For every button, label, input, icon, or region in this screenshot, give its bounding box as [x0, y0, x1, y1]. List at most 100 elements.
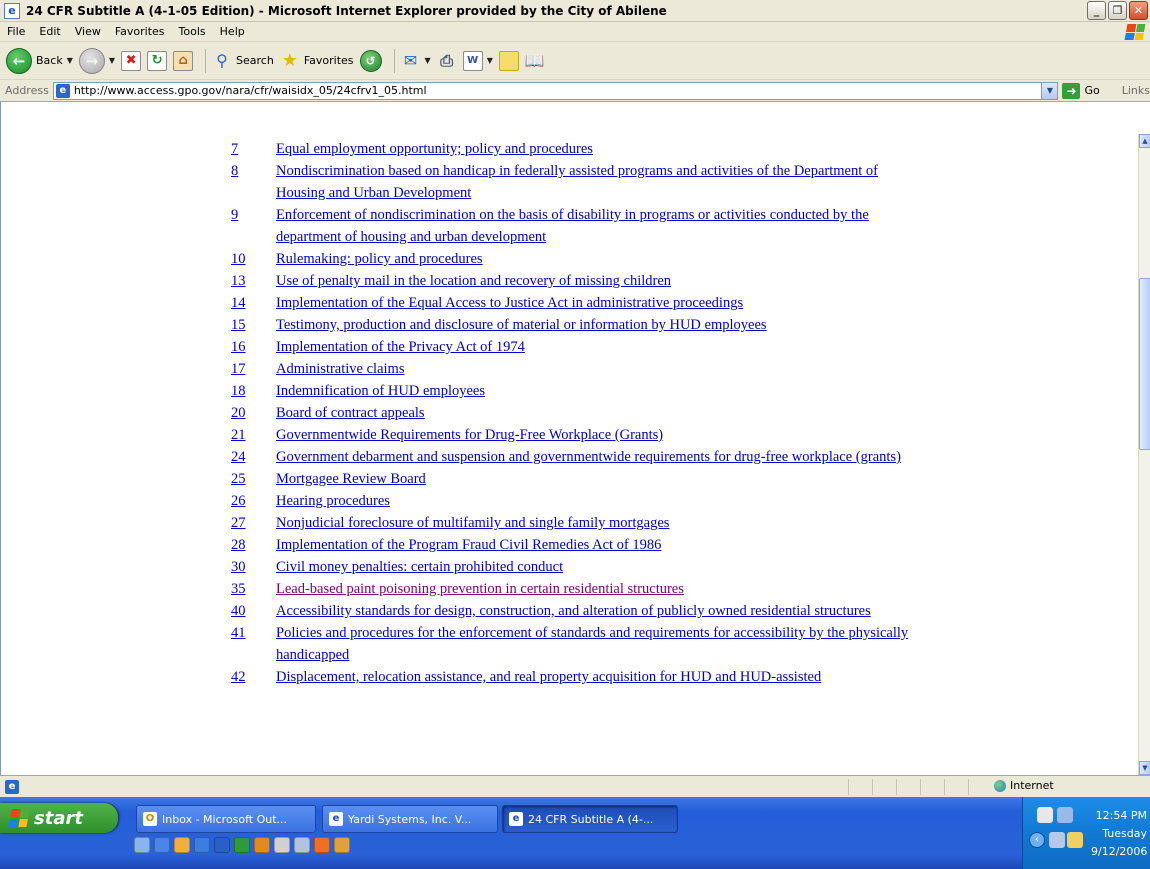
- toc-title-link[interactable]: Implementation of the Privacy Act of 197…: [276, 336, 921, 358]
- show-hidden-icons-icon[interactable]: ‹: [1029, 832, 1045, 848]
- toc-title-link[interactable]: Testimony, production and disclosure of …: [276, 314, 921, 336]
- toc-title-link[interactable]: Government debarment and suspension and …: [276, 446, 921, 468]
- back-dropdown-icon[interactable]: ▼: [67, 56, 73, 65]
- research-button[interactable]: 📖: [525, 51, 545, 71]
- history-button[interactable]: ↺: [359, 49, 382, 72]
- toc-part-link[interactable]: 28: [231, 534, 276, 556]
- links-label[interactable]: Links: [1122, 84, 1150, 97]
- clock[interactable]: 12:54 PM Tuesday 9/12/2006: [1091, 807, 1147, 861]
- toc-title-link[interactable]: Lead-based paint poisoning prevention in…: [276, 578, 921, 600]
- toc-part-link[interactable]: 25: [231, 468, 276, 490]
- settings-quicklaunch-icon[interactable]: [294, 837, 310, 853]
- toc-title-link[interactable]: Hearing procedures: [276, 490, 921, 512]
- toc-part-link[interactable]: 30: [231, 556, 276, 578]
- toc-part-link[interactable]: 17: [231, 358, 276, 380]
- task-yardi[interactable]: e Yardi Systems, Inc. V...: [322, 805, 498, 833]
- go-button[interactable]: ➜ Go: [1062, 82, 1100, 99]
- edit-dropdown-icon[interactable]: ▼: [487, 56, 493, 65]
- toc-part-link[interactable]: 24: [231, 446, 276, 468]
- toc-title-link[interactable]: Policies and procedures for the enforcem…: [276, 622, 921, 666]
- toc-title-link[interactable]: Civil money penalties: certain prohibite…: [276, 556, 921, 578]
- forward-button[interactable]: → ▼: [78, 47, 115, 74]
- toc-title-link[interactable]: Indemnification of HUD employees: [276, 380, 921, 402]
- toc-title-link[interactable]: Mortgagee Review Board: [276, 468, 921, 490]
- outlook-quicklaunch-icon[interactable]: [174, 837, 190, 853]
- toc-title-link[interactable]: Enforcement of nondiscrimination on the …: [276, 204, 921, 248]
- toc-part-link[interactable]: 41: [231, 622, 276, 666]
- toc-title-link[interactable]: Nonjudicial foreclosure of multifamily a…: [276, 512, 921, 534]
- menu-help[interactable]: Help: [213, 25, 252, 38]
- toc-title-link[interactable]: Governmentwide Requirements for Drug-Fre…: [276, 424, 921, 446]
- toc-part-link[interactable]: 26: [231, 490, 276, 512]
- minimize-button[interactable]: _: [1087, 1, 1106, 20]
- media-quicklaunch-icon[interactable]: [314, 837, 330, 853]
- toc-title-link[interactable]: Board of contract appeals: [276, 402, 921, 424]
- toc-part-link[interactable]: 15: [231, 314, 276, 336]
- toc-part-link[interactable]: 27: [231, 512, 276, 534]
- tray-mail-icon[interactable]: [1067, 832, 1083, 848]
- toc-part-link[interactable]: 42: [231, 666, 276, 688]
- desktop-icon[interactable]: [134, 837, 150, 853]
- toc-part-link[interactable]: 7: [231, 138, 276, 160]
- network-icon[interactable]: [1037, 807, 1053, 823]
- toc-part-link[interactable]: 40: [231, 600, 276, 622]
- toc-title-link[interactable]: Use of penalty mail in the location and …: [276, 270, 921, 292]
- menu-view[interactable]: View: [68, 25, 108, 38]
- scroll-thumb[interactable]: [1139, 278, 1150, 450]
- start-button[interactable]: start: [0, 803, 118, 833]
- scroll-up-arrow-icon[interactable]: ▲: [1139, 134, 1150, 148]
- toc-title-link[interactable]: Implementation of the Program Fraud Civi…: [276, 534, 921, 556]
- mail-dropdown-icon[interactable]: ▼: [425, 56, 431, 65]
- toc-title-link[interactable]: Nondiscrimination based on handicap in f…: [276, 160, 921, 204]
- toc-title-link[interactable]: Displacement, relocation assistance, and…: [276, 666, 921, 688]
- excel-quicklaunch-icon[interactable]: [234, 837, 250, 853]
- stop-button[interactable]: ✖: [121, 50, 142, 71]
- menu-tools[interactable]: Tools: [172, 25, 213, 38]
- toc-part-link[interactable]: 9: [231, 204, 276, 248]
- close-button[interactable]: ✕: [1129, 1, 1148, 20]
- ie-app-icon[interactable]: e: [4, 2, 20, 19]
- address-dropdown-icon[interactable]: ▼: [1041, 82, 1058, 99]
- tool-quicklaunch-icon[interactable]: [274, 837, 290, 853]
- toc-part-link[interactable]: 21: [231, 424, 276, 446]
- toc-part-link[interactable]: 8: [231, 160, 276, 204]
- app-quicklaunch-icon[interactable]: [254, 837, 270, 853]
- toc-part-link[interactable]: 18: [231, 380, 276, 402]
- restore-button[interactable]: ❐: [1108, 1, 1127, 20]
- ie-quicklaunch-icon[interactable]: [154, 837, 170, 853]
- task-outlook[interactable]: O Inbox - Microsoft Out...: [136, 805, 316, 833]
- toc-title-link[interactable]: Rulemaking: policy and procedures: [276, 248, 921, 270]
- security-shield-icon[interactable]: [1057, 807, 1073, 823]
- mail-button[interactable]: ✉ ▼: [401, 51, 431, 71]
- print-button[interactable]: ⎙: [437, 51, 457, 71]
- toc-title-link[interactable]: Implementation of the Equal Access to Ju…: [276, 292, 921, 314]
- toc-title-link[interactable]: Administrative claims: [276, 358, 921, 380]
- address-input[interactable]: e http://www.access.gpo.gov/nara/cfr/wai…: [52, 81, 1059, 100]
- toc-title-link[interactable]: Equal employment opportunity; policy and…: [276, 138, 921, 160]
- tray-app-icon[interactable]: [1049, 832, 1065, 848]
- word-quicklaunch-icon[interactable]: [214, 837, 230, 853]
- task-cfr-page[interactable]: e 24 CFR Subtitle A (4-...: [502, 805, 678, 833]
- forward-dropdown-icon[interactable]: ▼: [109, 56, 115, 65]
- refresh-button[interactable]: ↻: [147, 50, 168, 71]
- menu-edit[interactable]: Edit: [32, 25, 67, 38]
- vertical-scrollbar[interactable]: ▲ ▼: [1138, 134, 1150, 775]
- address-url[interactable]: http://www.access.gpo.gov/nara/cfr/waisi…: [74, 84, 1042, 97]
- misc-quicklaunch-icon[interactable]: [334, 837, 350, 853]
- menu-file[interactable]: File: [0, 25, 32, 38]
- back-button[interactable]: ← Back ▼: [6, 47, 73, 74]
- favorites-button[interactable]: ★ Favorites: [280, 50, 354, 71]
- discuss-button[interactable]: [498, 50, 519, 71]
- toc-title-link[interactable]: Accessibility standards for design, cons…: [276, 600, 921, 622]
- security-zone[interactable]: Internet: [994, 779, 1054, 792]
- toc-part-link[interactable]: 20: [231, 402, 276, 424]
- toc-part-link[interactable]: 13: [231, 270, 276, 292]
- home-button[interactable]: ⌂: [173, 50, 194, 71]
- toc-part-link[interactable]: 14: [231, 292, 276, 314]
- toc-part-link[interactable]: 35: [231, 578, 276, 600]
- toc-part-link[interactable]: 10: [231, 248, 276, 270]
- browser-quicklaunch-icon[interactable]: [194, 837, 210, 853]
- menu-favorites[interactable]: Favorites: [108, 25, 172, 38]
- search-button[interactable]: ⚲ Search: [212, 51, 274, 71]
- toc-part-link[interactable]: 16: [231, 336, 276, 358]
